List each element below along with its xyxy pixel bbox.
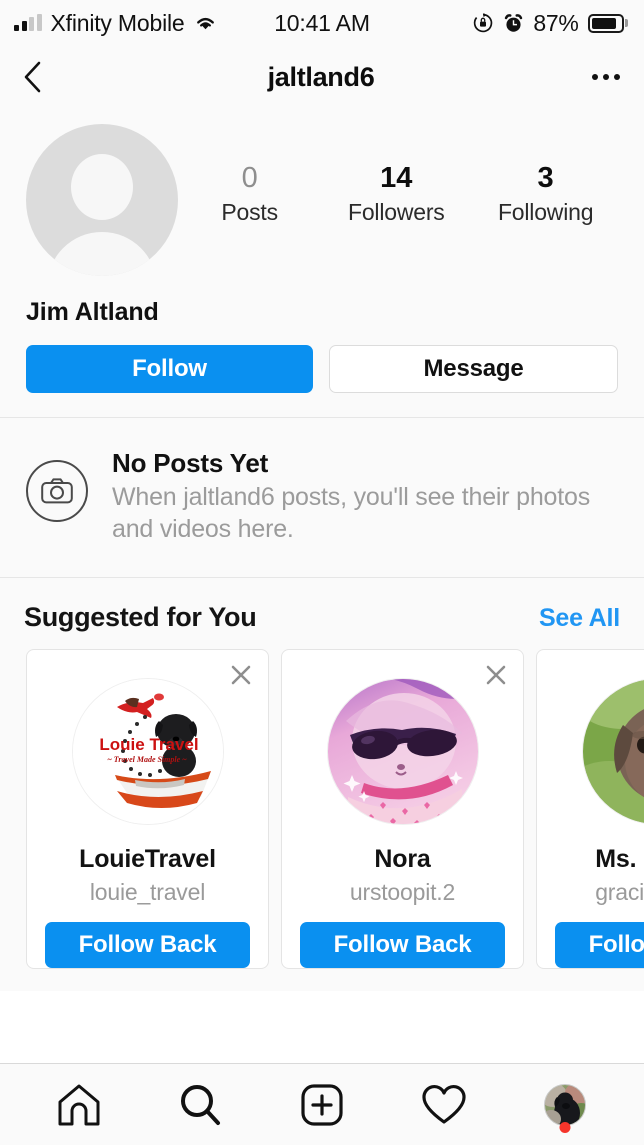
stat-posts-label: Posts — [221, 199, 278, 226]
tab-search[interactable] — [165, 1075, 235, 1135]
suggestion-avatar[interactable] — [581, 678, 644, 825]
nav-header-inner: jaltland6 — [20, 58, 622, 96]
follow-back-button[interactable]: Follow Back — [45, 921, 250, 968]
carrier-label: Xfinity Mobile — [50, 9, 185, 36]
dismiss-icon — [486, 665, 506, 685]
tab-activity[interactable] — [409, 1075, 479, 1135]
no-posts-subtitle: When jaltland6 posts, you'll see their p… — [112, 483, 590, 543]
suggested-title: Suggested for You — [24, 602, 257, 632]
profile-avatar-icon — [544, 1083, 587, 1126]
no-posts-title: No Posts Yet — [112, 448, 269, 478]
dismiss-icon — [231, 665, 251, 685]
tab-home[interactable] — [44, 1075, 114, 1135]
stat-following-label: Following — [497, 199, 594, 226]
no-posts-section: No Posts Yet When jaltland6 posts, you'l… — [0, 418, 644, 577]
status-bar-left: Xfinity Mobile — [14, 10, 218, 37]
activity-heart-icon — [421, 1084, 466, 1124]
stat-posts-value: 0 — [241, 162, 258, 194]
follow-back-button[interactable]: Follow Back — [300, 921, 505, 968]
battery-percent-label: 87% — [533, 9, 579, 36]
back-chevron-icon — [24, 61, 41, 93]
suggested-header: Suggested for You See All — [0, 586, 644, 645]
louie-travel-logo-photo: Louie Travel ~ Travel Made Simple ~ — [72, 679, 223, 824]
suggestion-username: urstoopit.2 — [349, 878, 456, 905]
signal-bars-icon — [14, 14, 42, 31]
svg-text:Louie Travel: Louie Travel — [99, 735, 198, 754]
suggestion-card[interactable]: Ms. Gracie gracieofficial Follow Back — [536, 649, 644, 969]
follow-button[interactable]: Follow — [26, 345, 313, 393]
nora-sunglasses-photo — [327, 678, 478, 824]
tab-profile[interactable] — [530, 1075, 600, 1135]
gracie-puppy-photo — [582, 678, 644, 824]
status-bar-right: 87% — [472, 10, 628, 37]
stat-followers-value: 14 — [380, 162, 413, 194]
wifi-icon — [197, 17, 215, 30]
suggestion-username: gracieofficial — [595, 878, 644, 905]
suggestion-avatar[interactable] — [326, 678, 479, 825]
follow-back-button[interactable]: Follow Back — [555, 921, 644, 968]
more-options-button[interactable] — [590, 64, 622, 90]
profile-header: 0 Posts 14 Followers 3 Following — [0, 108, 644, 276]
message-button[interactable]: Message — [329, 345, 618, 393]
no-posts-text: No Posts Yet When jaltland6 posts, you'l… — [112, 448, 612, 545]
suggested-section: Suggested for You See All Louie Travel ~… — [0, 578, 644, 991]
suggestion-card[interactable]: Louie Travel ~ Travel Made Simple ~ Loui… — [26, 649, 269, 969]
suggestion-name: Ms. Gracie — [595, 844, 644, 873]
stat-followers[interactable]: 14 Followers — [348, 162, 445, 226]
back-button[interactable] — [20, 58, 54, 96]
profile-action-buttons: Follow Message — [0, 327, 644, 417]
nav-header: jaltland6 — [0, 46, 644, 108]
battery-icon — [587, 13, 628, 33]
bottom-tab-bar — [0, 1063, 644, 1145]
profile-full-name: Jim Altland — [0, 276, 644, 327]
suggestion-name: LouieTravel — [79, 844, 216, 873]
dismiss-button[interactable] — [228, 662, 254, 688]
home-icon — [58, 1084, 100, 1125]
tab-add-post[interactable] — [287, 1075, 357, 1135]
notification-dot — [559, 1121, 571, 1133]
content-filler — [0, 991, 644, 1063]
default-avatar-icon — [71, 154, 133, 220]
instagram-profile-screen: Xfinity Mobile 10:41 AM 87% jaltland6 0 … — [0, 0, 644, 1145]
stat-posts[interactable]: 0 Posts — [205, 162, 295, 226]
suggestion-username: louie_travel — [89, 878, 206, 905]
profile-stats: 0 Posts 14 Followers 3 Following — [178, 124, 620, 226]
alarm-clock-icon — [505, 13, 523, 32]
suggested-cards-carousel[interactable]: Louie Travel ~ Travel Made Simple ~ Loui… — [0, 645, 644, 991]
add-post-icon — [301, 1083, 343, 1126]
stat-following[interactable]: 3 Following — [497, 162, 594, 226]
more-options-icon — [592, 74, 598, 80]
suggestion-name: Nora — [374, 844, 431, 873]
suggestion-avatar[interactable]: Louie Travel ~ Travel Made Simple ~ — [71, 678, 224, 825]
camera-icon — [26, 460, 88, 522]
status-bar: Xfinity Mobile 10:41 AM 87% — [0, 0, 644, 46]
page-title: jaltland6 — [267, 61, 375, 92]
see-all-link[interactable]: See All — [539, 604, 620, 633]
stat-following-value: 3 — [537, 162, 554, 194]
search-icon — [181, 1084, 221, 1125]
dismiss-button[interactable] — [483, 662, 509, 688]
stat-followers-label: Followers — [347, 199, 445, 226]
rotation-lock-icon — [474, 13, 493, 33]
profile-avatar[interactable] — [26, 124, 178, 276]
svg-text:~ Travel Made Simple ~: ~ Travel Made Simple ~ — [107, 755, 187, 764]
suggestion-card[interactable]: Nora urstoopit.2 Follow Back — [281, 649, 524, 969]
